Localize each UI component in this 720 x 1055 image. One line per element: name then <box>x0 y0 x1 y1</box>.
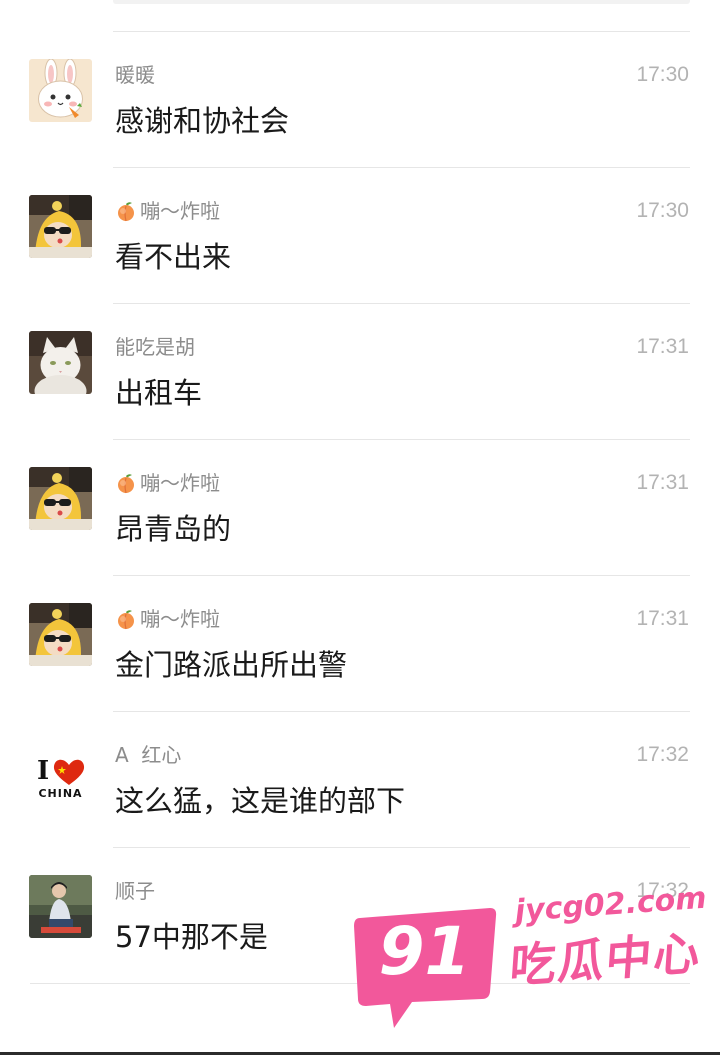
peach-icon <box>115 472 137 494</box>
sender-name: 顺子 <box>115 879 155 903</box>
person-photo-avatar[interactable] <box>29 875 92 938</box>
message-item[interactable]: 嘣～炸啦 17:30 看不出来 <box>0 168 720 304</box>
message-list[interactable]: 暖暖 17:30 感谢和协社会 嘣～炸啦 17:30 看不出来 能吃是胡 17:… <box>0 32 720 984</box>
message-text[interactable]: 出租车 <box>115 374 202 412</box>
white-cat-avatar[interactable] <box>29 331 92 394</box>
message-time: 17:31 <box>636 335 689 358</box>
sender-name: A 红心 <box>115 743 182 767</box>
message-item[interactable]: 嘣～炸啦 17:31 金门路派出所出警 <box>0 576 720 712</box>
message-text[interactable]: 57中那不是 <box>115 918 268 956</box>
sender-name: 嘣～炸啦 <box>115 606 220 632</box>
chat-screen: 暖暖 17:30 感谢和协社会 嘣～炸啦 17:30 看不出来 能吃是胡 17:… <box>0 0 720 1055</box>
peach-icon <box>115 608 137 630</box>
yellow-hood-child-avatar[interactable] <box>29 195 92 258</box>
message-item[interactable]: 顺子 17:32 57中那不是 <box>0 848 720 984</box>
message-time: 17:31 <box>636 471 689 494</box>
divider <box>30 983 690 984</box>
message-item[interactable]: 暖暖 17:30 感谢和协社会 <box>0 32 720 168</box>
yellow-hood-child-avatar[interactable] <box>29 603 92 666</box>
message-text[interactable]: 感谢和协社会 <box>115 102 289 140</box>
message-text[interactable]: 看不出来 <box>115 238 231 276</box>
message-text[interactable]: 昂青岛的 <box>115 510 231 548</box>
message-text[interactable]: 金门路派出所出警 <box>115 646 347 684</box>
china-text: CHINA <box>38 787 82 800</box>
message-time: 17:32 <box>636 743 689 766</box>
message-item[interactable]: I CHINA A 红心 17:32 这么猛，这是谁的部下 <box>0 712 720 848</box>
message-time: 17:32 <box>636 879 689 902</box>
message-text[interactable]: 这么猛，这是谁的部下 <box>115 782 405 820</box>
message-item[interactable]: 能吃是胡 17:31 出租车 <box>0 304 720 440</box>
i-love-china-avatar[interactable]: I CHINA <box>29 739 92 802</box>
sender-name: 能吃是胡 <box>115 335 195 359</box>
sender-name: 暖暖 <box>115 63 155 87</box>
yellow-hood-child-avatar[interactable] <box>29 467 92 530</box>
sender-name: 嘣～炸啦 <box>115 470 220 496</box>
message-time: 17:31 <box>636 607 689 630</box>
sender-name: 嘣～炸啦 <box>115 198 220 224</box>
message-time: 17:30 <box>636 199 689 222</box>
message-item[interactable]: 嘣～炸啦 17:31 昂青岛的 <box>0 440 720 576</box>
message-time: 17:30 <box>636 63 689 86</box>
i-letter: I <box>37 756 49 786</box>
peach-icon <box>115 200 137 222</box>
previous-message-edge <box>113 0 690 4</box>
bunny-avatar[interactable] <box>29 59 92 122</box>
